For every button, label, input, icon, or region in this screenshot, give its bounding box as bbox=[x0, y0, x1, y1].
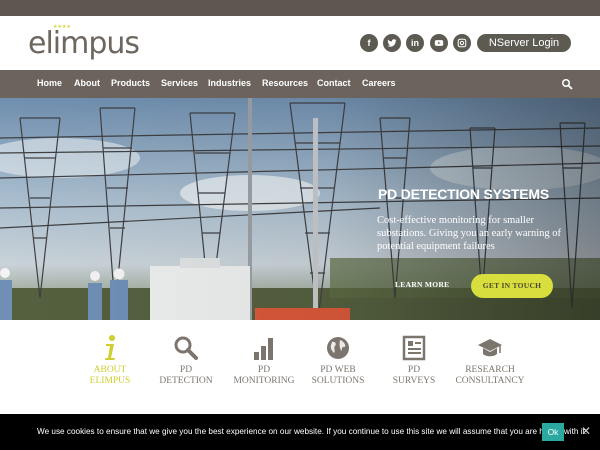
search-icon bbox=[174, 336, 198, 360]
feature-pd-web-solutions[interactable]: PD WEB SOLUTIONS bbox=[300, 334, 376, 387]
feature-pd-monitoring[interactable]: PD MONITORING bbox=[226, 334, 302, 387]
close-icon[interactable]: ✕ bbox=[581, 424, 591, 438]
hero-title: PD DETECTION SYSTEMS bbox=[378, 186, 550, 202]
search-icon[interactable] bbox=[561, 78, 573, 90]
info-icon bbox=[105, 335, 115, 360]
nav-item-products[interactable]: Products bbox=[111, 70, 150, 98]
nserver-login-button[interactable]: NServer Login bbox=[477, 34, 571, 52]
feature-label: ABOUT ELIMPUS bbox=[89, 365, 131, 386]
graduation-cap-icon bbox=[478, 339, 502, 357]
main-nav: Home About Products Services Industries … bbox=[0, 70, 600, 98]
logo[interactable]: ★★★★ elimpus bbox=[28, 24, 140, 64]
learn-more-button[interactable]: LEARN MORE bbox=[395, 280, 449, 289]
feature-about-elimpus[interactable]: ABOUT ELIMPUS bbox=[72, 334, 148, 387]
feature-label: RESEARCH CONSULTANCY bbox=[455, 365, 525, 386]
features-row: ABOUT ELIMPUS PD DETECTION PD MONITORING… bbox=[0, 320, 600, 414]
logo-text: elimpus bbox=[28, 26, 140, 61]
bar-chart-icon bbox=[254, 338, 273, 360]
nav-item-resources[interactable]: Resources bbox=[262, 70, 308, 98]
nav-item-industries[interactable]: Industries bbox=[208, 70, 251, 98]
document-icon bbox=[402, 335, 426, 361]
cookie-message: We use cookies to ensure that we give yo… bbox=[37, 427, 588, 436]
youtube-icon[interactable] bbox=[430, 34, 448, 52]
twitter-icon[interactable] bbox=[383, 34, 401, 52]
facebook-icon[interactable]: f bbox=[360, 34, 378, 52]
feature-label: PD WEB SOLUTIONS bbox=[311, 365, 365, 386]
nav-item-about[interactable]: About bbox=[74, 70, 100, 98]
globe-icon bbox=[327, 337, 349, 359]
feature-pd-surveys[interactable]: PD SURVEYS bbox=[376, 334, 452, 387]
feature-research-consultancy[interactable]: RESEARCH CONSULTANCY bbox=[452, 334, 528, 387]
hero-description: Cost-effective monitoring for smaller su… bbox=[377, 215, 562, 252]
feature-label: PD DETECTION bbox=[159, 365, 213, 386]
linkedin-icon[interactable]: in bbox=[406, 34, 424, 52]
cookie-banner: We use cookies to ensure that we give yo… bbox=[0, 414, 600, 450]
instagram-icon[interactable] bbox=[453, 34, 471, 52]
hero-slider: PD DETECTION SYSTEMS Cost-effective moni… bbox=[0, 98, 600, 320]
header: ★★★★ elimpus f in NServer Login bbox=[0, 16, 600, 70]
nav-item-services[interactable]: Services bbox=[161, 70, 198, 98]
top-bar bbox=[0, 0, 600, 16]
feature-label: PD SURVEYS bbox=[392, 365, 436, 386]
cookie-accept-button[interactable]: Ok bbox=[542, 423, 564, 441]
feature-pd-detection[interactable]: PD DETECTION bbox=[148, 334, 224, 387]
nav-item-contact[interactable]: Contact bbox=[317, 70, 351, 98]
nav-item-careers[interactable]: Careers bbox=[362, 70, 396, 98]
feature-label: PD MONITORING bbox=[233, 365, 295, 386]
get-in-touch-button[interactable]: GET IN TOUCH bbox=[471, 274, 553, 298]
nav-item-home[interactable]: Home bbox=[37, 70, 62, 98]
